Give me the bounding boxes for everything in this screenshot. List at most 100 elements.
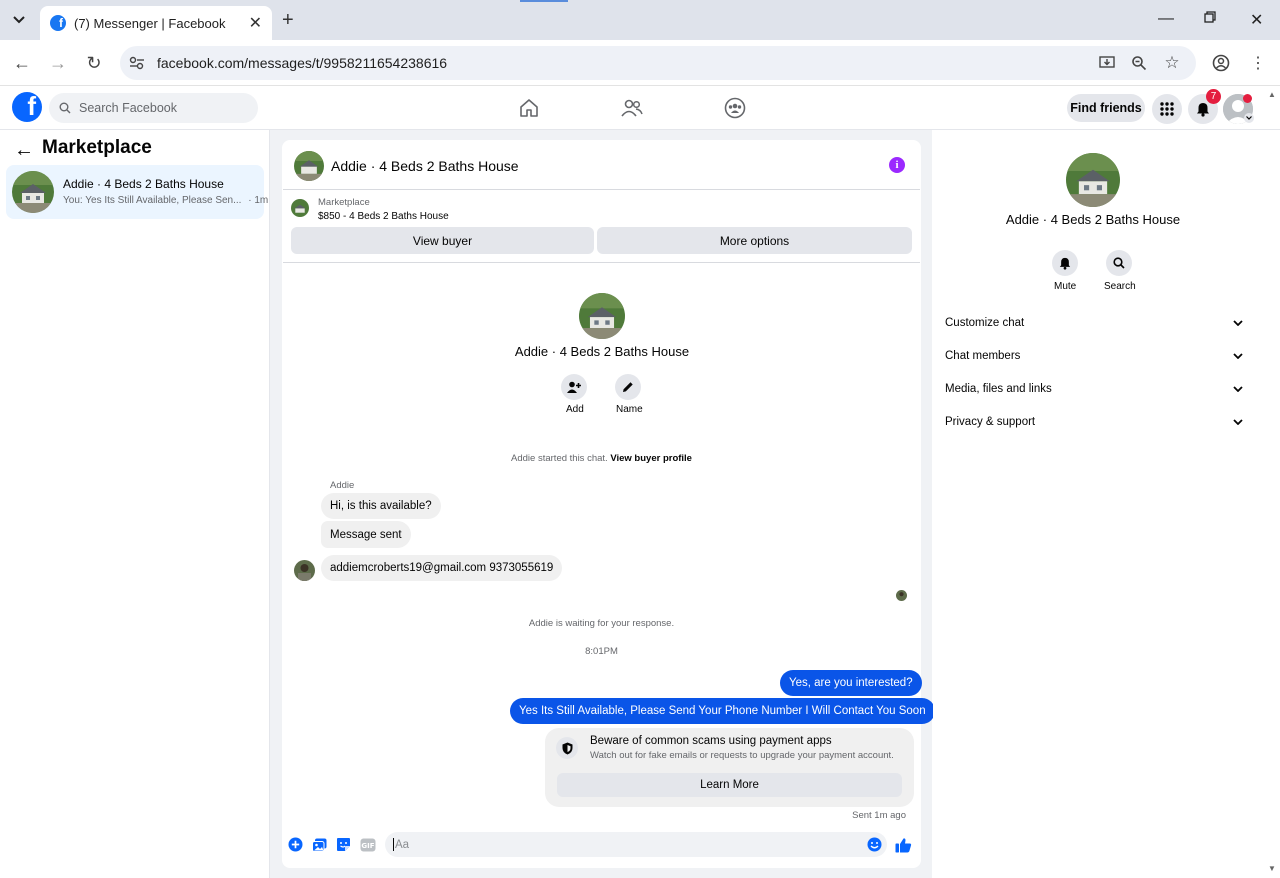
photo-icon[interactable] (311, 836, 328, 853)
search-icon[interactable] (1106, 250, 1132, 276)
seen-indicator-avatar (896, 589, 907, 601)
facebook-logo-icon[interactable]: f (12, 92, 42, 122)
chevron-down-icon (13, 16, 25, 24)
chevron-down-icon (1233, 353, 1243, 359)
text-caret (393, 838, 394, 851)
svg-text:GIF: GIF (361, 842, 374, 850)
thread-preview: You: Yes Its Still Available, Please Sen… (63, 195, 268, 206)
gif-icon[interactable]: GIF (359, 836, 376, 853)
thread-time: · 1m (248, 195, 269, 206)
chat-list-panel (0, 130, 270, 878)
new-tab-icon[interactable]: + (282, 9, 294, 32)
facebook-search-input[interactable]: Search Facebook (49, 93, 258, 123)
chevron-down-icon (1233, 320, 1243, 326)
message-input[interactable]: Aa (385, 832, 887, 857)
search-placeholder: Search Facebook (79, 101, 177, 115)
chat-started-text: Addie started this chat. (511, 453, 608, 464)
sender-name: Addie (330, 480, 355, 491)
back-icon[interactable]: ← (10, 51, 34, 75)
learn-more-button[interactable]: Learn More (557, 773, 902, 797)
more-options-button[interactable]: More options (597, 227, 912, 254)
menu-grid-icon[interactable] (1152, 94, 1182, 124)
info-name: Addie · 4 Beds 2 Baths House (1005, 212, 1181, 227)
sticker-icon[interactable] (335, 836, 352, 853)
thumbs-up-icon[interactable] (895, 836, 912, 853)
thread-name: Addie · 4 Beds 2 Baths House (63, 177, 224, 191)
incoming-message[interactable]: Message sent (321, 521, 411, 548)
add-label: Add (566, 404, 584, 415)
profile-name: Addie · 4 Beds 2 Baths House (514, 344, 690, 359)
notifications-badge: 7 (1206, 89, 1221, 104)
conversation-title[interactable]: Addie · 4 Beds 2 Baths House (331, 158, 519, 174)
listing-title[interactable]: $850 - 4 Beds 2 Baths House (318, 211, 449, 222)
zoom-icon[interactable] (1130, 54, 1148, 72)
chat-members-section[interactable]: Chat members (945, 347, 1243, 365)
find-friends-button[interactable]: Find friends (1067, 94, 1145, 122)
close-tab-icon[interactable]: ✕ (249, 13, 262, 33)
back-arrow-icon[interactable]: ← (14, 139, 34, 162)
edit-pencil-icon[interactable] (615, 374, 641, 400)
scam-warning-subtitle: Watch out for fake emails or requests to… (590, 750, 894, 761)
info-icon[interactable]: i (889, 157, 905, 173)
minimize-icon[interactable]: — (1158, 10, 1174, 28)
reload-icon[interactable]: ↻ (82, 51, 106, 75)
mute-bell-icon[interactable] (1052, 250, 1078, 276)
waiting-notice: Addie is waiting for your response. (528, 618, 675, 629)
section-label: Privacy & support (945, 416, 1036, 428)
thread-preview-text: You: Yes Its Still Available, Please Sen… (63, 195, 242, 206)
search-icon (59, 102, 71, 114)
incoming-message[interactable]: addiemcroberts19@gmail.com 9373055619 (321, 555, 563, 581)
add-person-icon[interactable] (561, 374, 587, 400)
account-alert-dot (1243, 94, 1252, 103)
outgoing-message[interactable]: Yes Its Still Available, Please Send You… (510, 698, 935, 724)
privacy-support-section[interactable]: Privacy & support (945, 413, 1243, 431)
profile-house-avatar (579, 293, 625, 339)
account-chevron-icon[interactable] (1244, 113, 1254, 123)
chat-started-notice: Addie started this chat. View buyer prof… (283, 453, 920, 464)
tab-loading-indicator (520, 0, 568, 2)
friends-icon[interactable] (620, 96, 644, 120)
incoming-message[interactable]: Hi, is this available? (321, 493, 441, 519)
bookmark-star-icon[interactable]: ☆ (1163, 53, 1181, 72)
chevron-down-icon (1233, 386, 1243, 392)
view-buyer-button[interactable]: View buyer (291, 227, 594, 254)
message-timestamp: 8:01PM (585, 646, 618, 657)
sender-avatar[interactable] (294, 560, 315, 581)
outgoing-message[interactable]: Yes, are you interested? (780, 670, 922, 696)
section-label: Customize chat (945, 317, 1025, 329)
install-app-icon[interactable] (1098, 54, 1116, 72)
restore-icon[interactable] (1204, 10, 1216, 28)
tab-search-button[interactable] (6, 8, 32, 32)
view-buyer-profile-link[interactable]: View buyer profile (610, 453, 692, 464)
site-settings-icon[interactable] (128, 54, 146, 72)
chat-info-panel (933, 140, 1253, 868)
scrollbar-up-arrow[interactable]: ▲ (1268, 90, 1276, 99)
home-icon[interactable] (517, 96, 541, 120)
groups-icon[interactable] (723, 96, 747, 120)
address-bar[interactable]: facebook.com/messages/t/9958211654238616 (120, 46, 1196, 80)
header-divider (283, 189, 920, 190)
name-label: Name (616, 404, 643, 415)
facebook-favicon-icon: f (50, 15, 66, 31)
listing-divider (283, 262, 920, 263)
mute-label: Mute (1054, 281, 1077, 292)
section-label: Media, files and links (945, 383, 1052, 395)
emoji-icon[interactable] (866, 836, 883, 853)
profile-icon[interactable] (1212, 54, 1230, 72)
info-house-avatar[interactable] (1066, 153, 1120, 207)
browser-menu-icon[interactable]: ⋮ (1249, 54, 1267, 72)
scrollbar-down-arrow[interactable]: ▼ (1268, 864, 1276, 873)
url-text: facebook.com/messages/t/9958211654238616 (157, 55, 448, 71)
panel-title: Marketplace (42, 137, 152, 158)
sent-status: Sent 1m ago (852, 810, 906, 821)
close-window-icon[interactable]: ✕ (1250, 10, 1263, 30)
media-files-links-section[interactable]: Media, files and links (945, 380, 1243, 398)
header-house-avatar[interactable] (294, 151, 324, 181)
scam-warning-title: Beware of common scams using payment app… (590, 735, 832, 747)
plus-circle-icon[interactable] (287, 836, 304, 853)
customize-chat-section[interactable]: Customize chat (945, 314, 1243, 332)
marketplace-label: Marketplace (318, 197, 370, 208)
listing-thumbnail[interactable] (291, 199, 309, 217)
forward-icon[interactable]: → (46, 51, 70, 75)
browser-tab[interactable]: f (7) Messenger | Facebook ✕ (40, 6, 272, 40)
